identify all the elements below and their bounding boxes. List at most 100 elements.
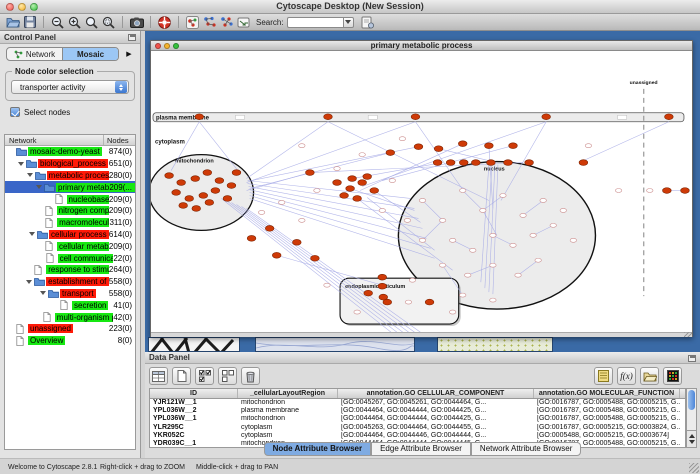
gene-node-unselected[interactable] (389, 179, 395, 183)
background-window-fragment[interactable] (255, 337, 415, 352)
gene-node-unselected[interactable] (379, 208, 385, 212)
search-dropdown-button[interactable] (343, 17, 354, 28)
gene-node-unselected[interactable] (535, 258, 541, 262)
gene-node-unselected[interactable] (490, 233, 496, 237)
expand-arrow-icon[interactable] (27, 173, 33, 177)
gene-node[interactable] (172, 190, 181, 196)
gene-node[interactable] (195, 114, 204, 120)
edge-line[interactable] (249, 190, 423, 229)
gene-node-unselected[interactable] (500, 193, 506, 197)
gene-node-unselected[interactable] (439, 218, 445, 222)
gene-node-unselected[interactable] (334, 167, 340, 171)
tree-row[interactable]: cellular process614(0) (5, 229, 135, 241)
float-panel-icon[interactable] (688, 355, 696, 362)
tab-network[interactable]: Network (7, 48, 62, 60)
resize-grip-icon[interactable] (684, 332, 692, 337)
gene-node-unselected[interactable] (515, 273, 521, 277)
gene-node[interactable] (446, 160, 455, 166)
tree-header[interactable]: Network Nodes (5, 135, 135, 146)
zoom-selected-icon[interactable] (83, 15, 100, 30)
gene-node-unselected[interactable] (314, 189, 320, 193)
gene-node[interactable] (364, 290, 373, 296)
gene-node[interactable] (579, 160, 588, 166)
gene-node-unselected[interactable] (560, 208, 566, 212)
expand-arrow-icon[interactable] (26, 280, 32, 284)
heatmap-icon[interactable] (663, 367, 682, 385)
tree-row[interactable]: nitrogen compo209(0) (5, 205, 135, 217)
membrane-node[interactable] (235, 115, 244, 119)
table-row[interactable]: YLR295Ccytoplasm[GO:0045263, GO:0044464,… (150, 424, 685, 432)
gene-node[interactable] (370, 188, 379, 194)
attribute-table-header[interactable]: ID_cellularLayoutRegionannotation.GO CEL… (150, 389, 685, 399)
gene-node[interactable] (363, 174, 372, 180)
gene-node-unselected[interactable] (615, 189, 621, 193)
gene-node[interactable] (185, 196, 194, 202)
gene-node[interactable] (411, 114, 420, 120)
expand-arrow-icon[interactable] (40, 291, 46, 295)
gene-node-unselected[interactable] (540, 198, 546, 202)
zoom-in-icon[interactable] (66, 15, 83, 30)
gene-node[interactable] (311, 255, 320, 261)
gene-node-unselected[interactable] (465, 273, 471, 277)
tree-row[interactable]: nucleobase-209(0) (5, 193, 135, 205)
gene-node-unselected[interactable] (647, 189, 653, 193)
gene-node[interactable] (504, 160, 513, 166)
vizmapper-icon[interactable] (184, 15, 201, 30)
gene-node-unselected[interactable] (449, 310, 455, 314)
tab-overflow-arrow-icon[interactable]: ▶ (122, 47, 136, 61)
column-header[interactable]: ID (150, 389, 238, 398)
tree-row[interactable]: establishment of lo558(0) (5, 276, 135, 288)
membrane-node[interactable] (618, 115, 627, 119)
gene-node[interactable] (272, 252, 281, 258)
tree-header-network[interactable]: Network (5, 135, 104, 145)
gene-node-unselected[interactable] (550, 223, 556, 227)
gene-node[interactable] (199, 193, 208, 199)
function-builder-icon[interactable]: f(x) (617, 367, 636, 385)
select-nodes-checkbox[interactable] (10, 107, 20, 117)
gene-node[interactable] (191, 176, 200, 182)
gene-node[interactable] (681, 188, 690, 194)
gene-node[interactable] (433, 160, 442, 166)
save-session-icon[interactable] (21, 15, 38, 30)
gene-node[interactable] (177, 180, 186, 186)
gene-node-unselected[interactable] (570, 238, 576, 242)
search-input[interactable] (287, 17, 343, 28)
tree-row[interactable]: macromolecule311(0) (5, 217, 135, 229)
tree-row[interactable]: transport558(0) (5, 288, 135, 300)
attribute-editor-icon[interactable] (359, 15, 376, 30)
gene-node[interactable] (663, 188, 672, 194)
gene-node-unselected[interactable] (510, 243, 516, 247)
gene-node[interactable] (292, 239, 301, 245)
tree-row[interactable]: secretion41(0) (5, 299, 135, 311)
gene-node[interactable] (471, 160, 480, 166)
unselect-all-attributes-icon[interactable] (218, 367, 237, 385)
gene-node[interactable] (378, 283, 387, 289)
help-icon[interactable] (156, 15, 173, 30)
network-canvas[interactable]: plasma membranecytoplasmmitochondrionnuc… (151, 51, 692, 332)
table-row[interactable]: YKR052Ccytoplasm[GO:0044464, GO:0044446,… (150, 432, 685, 440)
tree-row[interactable]: cellular metabo209(0) (5, 240, 135, 252)
gene-node-unselected[interactable] (460, 189, 466, 193)
gene-node-unselected[interactable] (409, 278, 415, 282)
column-header[interactable]: _cellularLayoutRegion (238, 389, 338, 398)
gene-node[interactable] (509, 143, 518, 149)
create-attribute-icon[interactable] (172, 367, 191, 385)
gene-node[interactable] (358, 180, 367, 186)
tab-node-attribute-browser[interactable]: Node Attribute Browser (264, 442, 372, 456)
gene-node[interactable] (379, 294, 388, 300)
gene-node[interactable] (165, 173, 174, 179)
gene-node-unselected[interactable] (530, 233, 536, 237)
edge-line[interactable] (250, 153, 391, 189)
gene-node[interactable] (232, 170, 241, 176)
gene-node[interactable] (306, 170, 315, 176)
import-attributes-icon[interactable] (640, 367, 659, 385)
gene-node-unselected[interactable] (585, 144, 591, 148)
tree-row[interactable]: response to stimulu264(0) (5, 264, 135, 276)
tab-mosaic[interactable]: Mosaic (62, 48, 118, 60)
gene-node[interactable] (487, 160, 496, 166)
gene-node-unselected[interactable] (460, 293, 466, 297)
gene-node-unselected[interactable] (419, 198, 425, 202)
gene-node-unselected[interactable] (490, 263, 496, 267)
tree-row[interactable]: mosaic-demo-yeast874(0) (5, 146, 135, 158)
gene-node[interactable] (542, 114, 551, 120)
